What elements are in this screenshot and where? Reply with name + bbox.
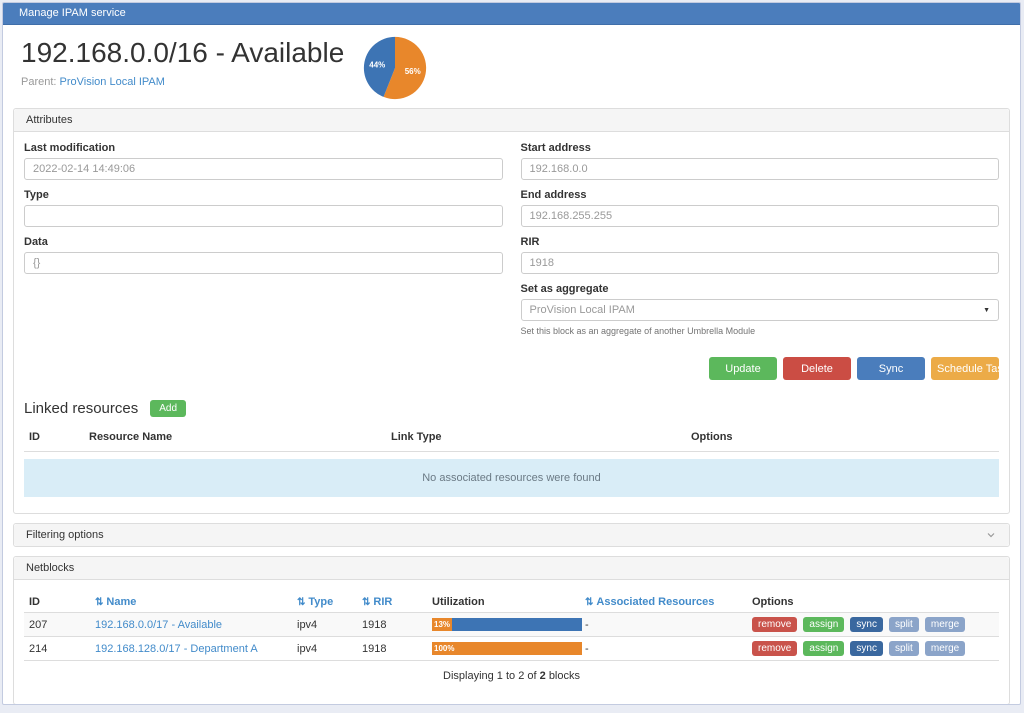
rir-label: RIR [521, 236, 1000, 248]
utilization-pie-chart: 56% 44% [362, 35, 428, 101]
table-row: 207 192.168.0.0/17 - Available ipv4 1918… [24, 612, 999, 636]
assign-button[interactable]: assign [803, 617, 844, 632]
netblock-id: 207 [24, 615, 90, 635]
sync-row-button[interactable]: sync [850, 641, 883, 656]
aggregate-select[interactable]: ProVision Local IPAM ▼ [521, 299, 1000, 321]
aggregate-select-value: ProVision Local IPAM [530, 304, 635, 316]
lr-col-link-type: Link Type [386, 431, 686, 443]
no-resources-message: No associated resources were found [24, 459, 999, 497]
associated-resources-value: - [580, 615, 747, 635]
netblock-name-link[interactable]: 192.168.0.0/17 - Available [95, 619, 222, 631]
page-title: 192.168.0.0/16 - Available [21, 37, 344, 69]
attributes-panel-title: Attributes [26, 114, 72, 126]
attributes-panel: Attributes Last modification Type Data [13, 108, 1010, 514]
type-input[interactable] [24, 205, 503, 227]
netblocks-table-header: ID ⇅Name ⇅Type ⇅RIR Utilization ⇅Associa… [24, 590, 999, 612]
associated-resources-value: - [580, 639, 747, 659]
sort-icon: ⇅ [585, 597, 593, 608]
nb-col-associated-resources[interactable]: ⇅Associated Resources [580, 592, 747, 612]
main-window: Manage IPAM service 192.168.0.0/16 - Ava… [2, 2, 1021, 705]
table-row: 214 192.168.128.0/17 - Department A ipv4… [24, 636, 999, 660]
sort-icon: ⇅ [297, 597, 305, 608]
delete-button[interactable]: Delete [783, 357, 851, 380]
utilization-value: 100% [434, 642, 454, 655]
aggregate-help-text: Set this block as an aggregate of anothe… [521, 326, 1000, 336]
svg-text:44%: 44% [370, 60, 386, 69]
window-title-bar: Manage IPAM service [3, 3, 1020, 25]
nb-col-options: Options [747, 592, 999, 612]
netblock-type: ipv4 [292, 639, 357, 659]
lr-col-resource-name: Resource Name [84, 431, 386, 443]
filtering-options-title: Filtering options [26, 529, 104, 541]
merge-button[interactable]: merge [925, 641, 965, 656]
start-address-label: Start address [521, 142, 1000, 154]
chevron-down-icon [985, 529, 997, 541]
nb-col-type[interactable]: ⇅Type [292, 592, 357, 612]
netblock-name-link[interactable]: 192.168.128.0/17 - Department A [95, 643, 258, 655]
sort-icon: ⇅ [95, 597, 103, 608]
aggregate-label: Set as aggregate [521, 283, 1000, 295]
utilization-value: 13% [434, 618, 450, 631]
sort-icon: ⇅ [362, 597, 370, 608]
parent-label: Parent: [21, 76, 56, 88]
last-modification-input[interactable] [24, 158, 503, 180]
split-button[interactable]: split [889, 617, 919, 632]
window-title: Manage IPAM service [19, 7, 126, 19]
end-address-label: End address [521, 189, 1000, 201]
utilization-bar: 100% [432, 642, 582, 655]
data-label: Data [24, 236, 503, 248]
netblock-rir: 1918 [357, 639, 427, 659]
end-address-input[interactable] [521, 205, 1000, 227]
filtering-options-header[interactable]: Filtering options [14, 524, 1009, 546]
select-caret-icon: ▼ [983, 307, 990, 314]
netblock-id: 214 [24, 639, 90, 659]
schedule-task-button[interactable]: Schedule Task [931, 357, 999, 380]
svg-text:56%: 56% [405, 67, 421, 76]
start-address-input[interactable] [521, 158, 1000, 180]
netblocks-panel-title: Netblocks [26, 562, 74, 574]
assign-button[interactable]: assign [803, 641, 844, 656]
linked-resources-title: Linked resources [24, 400, 138, 417]
rir-input[interactable] [521, 252, 1000, 274]
nb-col-id: ID [24, 592, 90, 612]
filtering-options-panel: Filtering options [13, 523, 1010, 547]
add-linked-resource-button[interactable]: Add [150, 400, 186, 417]
pagination-status: Displaying 1 to 2 of 2 blocks [24, 670, 999, 682]
netblock-type: ipv4 [292, 615, 357, 635]
linked-resources-table-header: ID Resource Name Link Type Options [24, 431, 999, 452]
update-button[interactable]: Update [709, 357, 777, 380]
block-header: 192.168.0.0/16 - Available Parent: ProVi… [3, 25, 1020, 108]
parent-link[interactable]: ProVision Local IPAM [60, 76, 165, 88]
nb-col-name[interactable]: ⇅Name [90, 592, 292, 612]
netblock-rir: 1918 [357, 615, 427, 635]
sync-row-button[interactable]: sync [850, 617, 883, 632]
nb-col-utilization: Utilization [427, 592, 580, 612]
utilization-bar: 13% [432, 618, 582, 631]
last-modification-label: Last modification [24, 142, 503, 154]
sync-button[interactable]: Sync [857, 357, 925, 380]
netblocks-panel: Netblocks ID ⇅Name ⇅Type ⇅RIR Utilizatio… [13, 556, 1010, 705]
merge-button[interactable]: merge [925, 617, 965, 632]
lr-col-options: Options [686, 431, 999, 443]
data-input[interactable] [24, 252, 503, 274]
nb-col-rir[interactable]: ⇅RIR [357, 592, 427, 612]
split-button[interactable]: split [889, 641, 919, 656]
type-label: Type [24, 189, 503, 201]
lr-col-id: ID [24, 431, 84, 443]
remove-button[interactable]: remove [752, 617, 797, 632]
remove-button[interactable]: remove [752, 641, 797, 656]
